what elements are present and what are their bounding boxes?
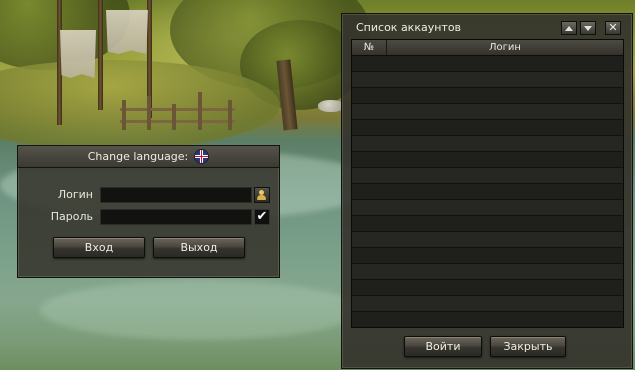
enter-button[interactable]: Вход: [53, 237, 145, 258]
table-row[interactable]: [352, 280, 623, 296]
user-icon[interactable]: [254, 187, 270, 203]
table-row[interactable]: [352, 168, 623, 184]
table-body: [352, 56, 623, 327]
accounts-title: Список аккаунтов: [356, 21, 462, 34]
close-button[interactable]: Закрыть: [490, 336, 566, 357]
table-row[interactable]: [352, 72, 623, 88]
login-button[interactable]: Войти: [404, 336, 482, 357]
table-row[interactable]: [352, 312, 623, 327]
remember-checkbox[interactable]: ✔: [254, 209, 270, 225]
column-header-login[interactable]: Логин: [387, 40, 623, 55]
change-language-label: Change language:: [87, 150, 189, 163]
login-input[interactable]: [100, 187, 252, 203]
column-header-number[interactable]: №: [352, 40, 387, 55]
table-row[interactable]: [352, 296, 623, 312]
login-row: Логин: [18, 187, 279, 203]
table-row[interactable]: [352, 104, 623, 120]
arrow-up-icon[interactable]: [561, 21, 577, 35]
table-row[interactable]: [352, 264, 623, 280]
exit-button[interactable]: Выход: [153, 237, 245, 258]
table-row[interactable]: [352, 136, 623, 152]
password-input[interactable]: [100, 209, 252, 225]
login-panel: Change language: Логин Пароль ✔ Вход Вых…: [17, 145, 280, 278]
table-header: № Логин: [352, 40, 623, 56]
language-header: Change language:: [18, 146, 279, 168]
table-row[interactable]: [352, 88, 623, 104]
accounts-panel: Список аккаунтов ✕ № Логин Войти Закрыть: [341, 13, 633, 369]
accounts-table: № Логин: [351, 39, 624, 328]
close-icon[interactable]: ✕: [605, 21, 621, 35]
password-row: Пароль ✔: [18, 209, 279, 225]
arrow-down-icon[interactable]: [580, 21, 596, 35]
password-label: Пароль: [50, 210, 93, 223]
login-label: Логин: [57, 188, 93, 201]
table-row[interactable]: [352, 184, 623, 200]
table-row[interactable]: [352, 120, 623, 136]
table-row[interactable]: [352, 232, 623, 248]
table-row[interactable]: [352, 152, 623, 168]
table-row[interactable]: [352, 216, 623, 232]
uk-flag-icon[interactable]: [194, 149, 210, 164]
table-row[interactable]: [352, 200, 623, 216]
table-row[interactable]: [352, 56, 623, 72]
table-row[interactable]: [352, 248, 623, 264]
